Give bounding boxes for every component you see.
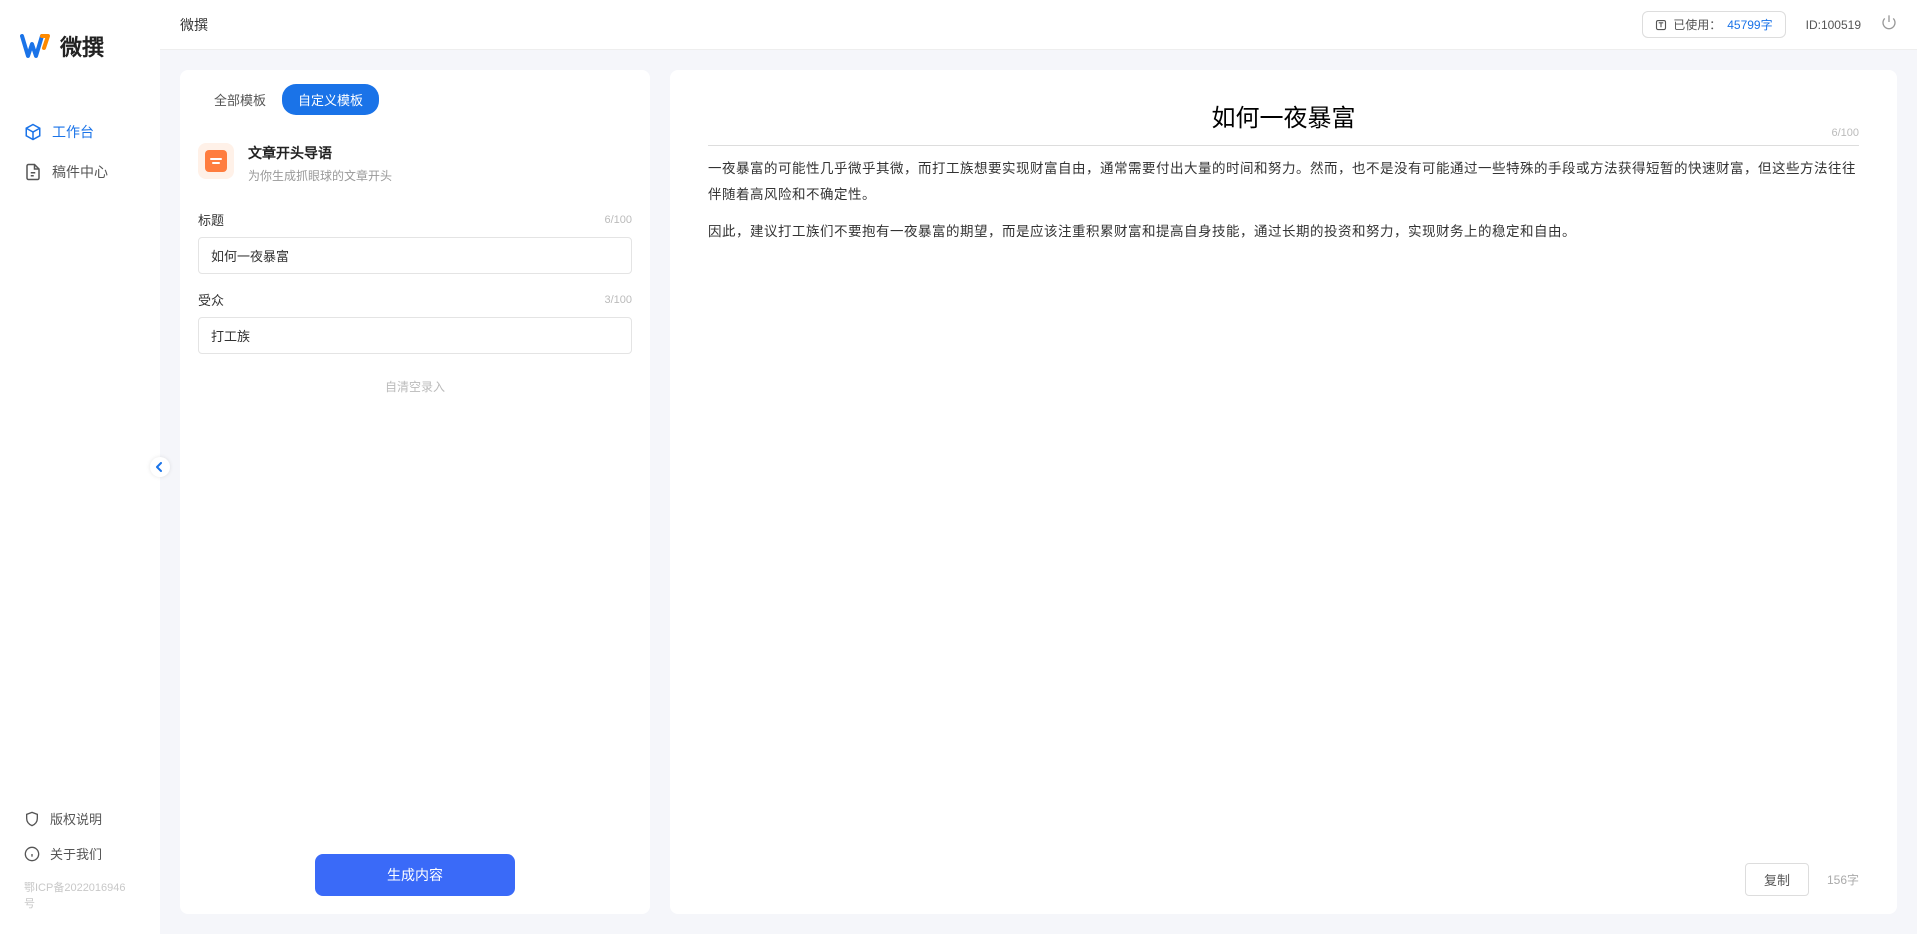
usage-badge[interactable]: 已使用： 45799字 <box>1642 11 1785 38</box>
preview-panel: 如何一夜暴富 6/100 一夜暴富的可能性几乎微乎其微，而打工族想要实现财富自由… <box>670 70 1897 914</box>
nav-label: 工作台 <box>52 122 94 142</box>
word-count: 156字 <box>1827 871 1859 888</box>
tab-custom-templates[interactable]: 自定义模板 <box>282 84 379 115</box>
preview-body: 一夜暴富的可能性几乎微乎其微，而打工族想要实现财富自由，通常需要付出大量的时间和… <box>670 156 1897 851</box>
shield-icon <box>24 811 40 827</box>
footer-label: 版权说明 <box>50 809 102 828</box>
audience-input[interactable] <box>198 317 632 354</box>
footer-copyright[interactable]: 版权说明 <box>0 801 160 836</box>
field-counter: 6/100 <box>604 214 632 226</box>
field-title: 标题 6/100 <box>198 210 632 274</box>
preview-footer: 复制 156字 <box>670 851 1897 914</box>
preview-title: 如何一夜暴富 <box>708 98 1859 133</box>
info-icon <box>24 846 40 862</box>
power-icon <box>1881 14 1897 30</box>
template-tabs: 全部模板 自定义模板 <box>180 70 650 129</box>
preview-title-count: 6/100 <box>1831 127 1859 139</box>
clear-button[interactable]: 自清空录入 <box>198 370 632 403</box>
field-audience: 受众 3/100 <box>198 290 632 354</box>
main: 微撰 已使用： 45799字 ID:100519 全部模板 自定义模板 <box>160 0 1917 934</box>
generate-button[interactable]: 生成内容 <box>315 854 515 896</box>
preview-paragraph: 一夜暴富的可能性几乎微乎其微，而打工族想要实现财富自由，通常需要付出大量的时间和… <box>708 156 1859 207</box>
page-title: 微撰 <box>180 15 208 35</box>
nav-drafts[interactable]: 稿件中心 <box>0 152 160 192</box>
sidebar-collapse-toggle[interactable] <box>150 457 170 477</box>
topbar: 微撰 已使用： 45799字 ID:100519 <box>160 0 1917 50</box>
usage-value: 45799字 <box>1727 16 1772 33</box>
logo: 微撰 <box>0 0 160 92</box>
icp-number: 鄂ICP备2022016946号 <box>0 871 160 919</box>
editor-panel: 全部模板 自定义模板 文章开头导语 为你生成抓眼球的文章开头 标题 6/100 <box>180 70 650 914</box>
topbar-right: 已使用： 45799字 ID:100519 <box>1642 11 1897 38</box>
copy-button[interactable]: 复制 <box>1745 863 1809 896</box>
field-counter: 3/100 <box>604 294 632 306</box>
preview-header: 如何一夜暴富 6/100 <box>670 70 1897 141</box>
cube-icon <box>24 123 42 141</box>
logout-button[interactable] <box>1881 14 1897 35</box>
template-title: 文章开头导语 <box>248 143 632 163</box>
tab-all-templates[interactable]: 全部模板 <box>198 84 282 115</box>
template-icon <box>198 143 234 179</box>
nav-label: 稿件中心 <box>52 162 108 182</box>
footer-label: 关于我们 <box>50 844 102 863</box>
app-name: 微撰 <box>60 30 104 62</box>
chevron-left-icon <box>155 462 165 472</box>
sidebar: 微撰 工作台 稿件中心 版权说明 关于我们 鄂ICP备2022016946号 <box>0 0 160 934</box>
generate-bar: 生成内容 <box>180 836 650 914</box>
divider <box>708 145 1859 146</box>
form: 标题 6/100 受众 3/100 自清空录入 <box>180 198 650 415</box>
file-icon <box>24 163 42 181</box>
template-card: 文章开头导语 为你生成抓眼球的文章开头 <box>180 129 650 198</box>
text-icon <box>1655 19 1667 31</box>
content-area: 全部模板 自定义模板 文章开头导语 为你生成抓眼球的文章开头 标题 6/100 <box>160 50 1917 934</box>
nav: 工作台 稿件中心 <box>0 92 160 801</box>
user-id: ID:100519 <box>1806 18 1861 32</box>
nav-workspace[interactable]: 工作台 <box>0 112 160 152</box>
field-label: 标题 <box>198 210 224 229</box>
usage-label: 已使用： <box>1673 16 1721 33</box>
title-input[interactable] <box>198 237 632 274</box>
template-desc: 为你生成抓眼球的文章开头 <box>248 167 632 184</box>
field-label: 受众 <box>198 290 224 309</box>
footer-about[interactable]: 关于我们 <box>0 836 160 871</box>
preview-paragraph: 因此，建议打工族们不要抱有一夜暴富的期望，而是应该注重积累财富和提高自身技能，通… <box>708 219 1859 245</box>
sidebar-footer: 版权说明 关于我们 鄂ICP备2022016946号 <box>0 801 160 934</box>
logo-icon <box>20 34 50 59</box>
